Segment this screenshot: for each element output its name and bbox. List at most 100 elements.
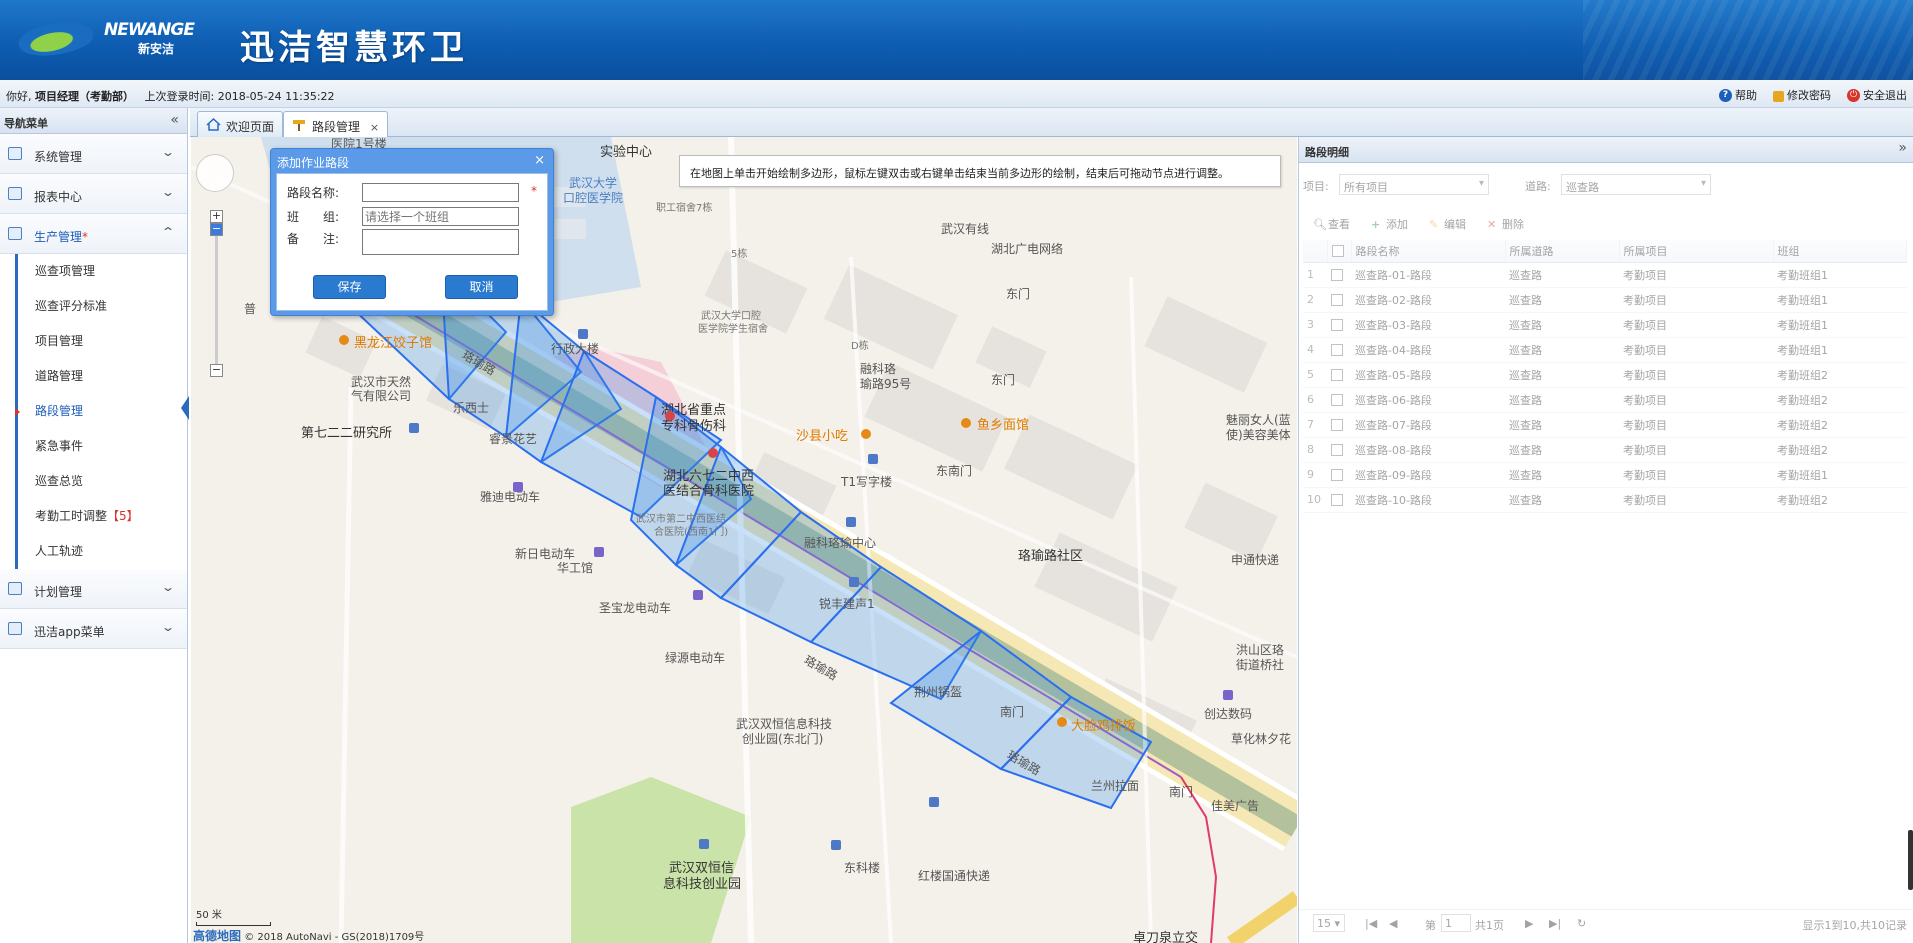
next-page-button[interactable]: ▶ (1525, 917, 1533, 930)
sidebar-item-projects[interactable]: 项目管理 (18, 324, 187, 359)
row-checkbox[interactable] (1327, 487, 1351, 513)
menu-group-production[interactable]: 生产管理* ⌃ (0, 214, 187, 254)
map-label: 实验中心 (600, 145, 653, 160)
row-checkbox[interactable] (1327, 312, 1351, 338)
menu-group-plans[interactable]: 计划管理 ⌄ (0, 569, 187, 609)
row-checkbox[interactable] (1327, 387, 1351, 413)
table-row[interactable]: 1 巡查路-01-路段 巡查路 考勤项目 考勤班组1 (1303, 262, 1907, 288)
table-row[interactable]: 5 巡查路-05-路段 巡查路 考勤项目 考勤班组2 (1303, 362, 1907, 388)
table-row[interactable]: 2 巡查路-02-路段 巡查路 考勤项目 考勤班组1 (1303, 287, 1907, 313)
pan-control[interactable] (196, 154, 234, 192)
row-select-checkbox[interactable] (1331, 344, 1343, 356)
building-marker-icon (868, 454, 878, 464)
menu-group-system[interactable]: 系统管理 ⌄ (0, 134, 187, 174)
sidebar-item-scoring-standard[interactable]: 巡查评分标准 (18, 289, 187, 324)
segment-name-cell: 巡查路-08-路段 (1351, 437, 1505, 463)
column-header[interactable]: 路段名称 (1351, 240, 1506, 263)
team-select[interactable] (362, 207, 519, 226)
first-page-button[interactable]: |◀ (1365, 917, 1377, 930)
delete-button[interactable]: ✕ 删除 (1487, 216, 1524, 232)
user-info: 你好, 项目经理（考勤部） 上次登录时间: 2018-05-24 11:35:2… (6, 88, 335, 104)
table-row[interactable]: 6 巡查路-06-路段 巡查路 考勤项目 考勤班组2 (1303, 387, 1907, 413)
team-cell: 考勤班组2 (1773, 487, 1907, 513)
row-select-checkbox[interactable] (1331, 419, 1343, 431)
row-checkbox[interactable] (1327, 287, 1351, 313)
building-marker-icon (846, 517, 856, 527)
row-checkbox[interactable] (1327, 262, 1351, 288)
row-number-header (1303, 240, 1328, 263)
column-header[interactable]: 所属道路 (1505, 240, 1620, 263)
column-header[interactable]: 班组 (1773, 240, 1907, 263)
row-select-checkbox[interactable] (1331, 269, 1343, 281)
sidebar-item-roads[interactable]: 道路管理 (18, 359, 187, 394)
collapse-panel-icon[interactable]: » (1898, 140, 1907, 156)
table-row[interactable]: 7 巡查路-07-路段 巡查路 考勤项目 考勤班组2 (1303, 412, 1907, 438)
drawing-tip-text: 在地图上单击开始绘制多边形，鼠标左键双击或右键单击结束当前多边形的绘制，结束后可… (690, 167, 1229, 180)
sidebar-item-manual-track[interactable]: 人工轨迹 (18, 534, 187, 569)
table-row[interactable]: 9 巡查路-09-路段 巡查路 考勤项目 考勤班组1 (1303, 462, 1907, 488)
select-all-checkbox[interactable] (1331, 245, 1344, 258)
menu-group-app[interactable]: 迅洁app菜单 ⌄ (0, 609, 187, 649)
close-icon[interactable]: × (534, 153, 545, 168)
sidebar-item-road-segments[interactable]: 路段管理 (15, 394, 187, 429)
page-number-input[interactable]: 1 (1441, 914, 1471, 932)
road-filter-select[interactable]: 巡查路 ▾ (1561, 174, 1711, 195)
row-select-checkbox[interactable] (1331, 369, 1343, 381)
zoom-slider-track[interactable] (215, 216, 218, 366)
save-button[interactable]: 保存 (313, 275, 386, 299)
menu-group-reports[interactable]: 报表中心 ⌄ (0, 174, 187, 214)
view-button[interactable]: 🔍︎ 查看 (1313, 216, 1350, 232)
segment-name-cell: 巡查路-03-路段 (1351, 312, 1505, 338)
delete-icon: ✕ (1487, 218, 1497, 231)
row-select-checkbox[interactable] (1331, 469, 1343, 481)
help-link[interactable]: ? 帮助 (1719, 87, 1757, 103)
cancel-button[interactable]: 取消 (445, 275, 518, 299)
scrollbar-thumb[interactable] (1908, 830, 1913, 890)
close-tab-icon[interactable]: × (370, 121, 379, 134)
building-marker-icon (699, 839, 709, 849)
prev-page-button[interactable]: ◀ (1389, 917, 1397, 930)
collapse-sidebar-icon[interactable]: « (170, 112, 179, 128)
row-checkbox[interactable] (1327, 412, 1351, 438)
row-select-checkbox[interactable] (1331, 394, 1343, 406)
table-row[interactable]: 8 巡查路-08-路段 巡查路 考勤项目 考勤班组2 (1303, 437, 1907, 463)
road-cell: 巡查路 (1505, 412, 1619, 438)
row-checkbox[interactable] (1327, 437, 1351, 463)
logout-link[interactable]: ⏻ 安全退出 (1847, 87, 1907, 103)
tab-road-segments[interactable]: 路段管理 × (283, 111, 389, 138)
tab-welcome[interactable]: 欢迎页面 (197, 111, 284, 137)
zoom-level-handle[interactable]: − (210, 223, 223, 236)
change-password-link[interactable]: 修改密码 (1773, 87, 1831, 103)
row-checkbox[interactable] (1327, 337, 1351, 363)
refresh-icon[interactable]: ↻ (1577, 917, 1586, 930)
table-row[interactable]: 3 巡查路-03-路段 巡查路 考勤项目 考勤班组1 (1303, 312, 1907, 338)
zoom-out-button[interactable]: − (210, 364, 223, 377)
last-page-button[interactable]: ▶| (1549, 917, 1561, 930)
project-filter-label: 项目: (1303, 180, 1329, 193)
sidebar-item-inspection-items[interactable]: 巡查项管理 (18, 254, 187, 289)
table-row[interactable]: 4 巡查路-04-路段 巡查路 考勤项目 考勤班组1 (1303, 337, 1907, 363)
add-button[interactable]: + 添加 (1371, 216, 1408, 232)
page-size-select[interactable]: 15 ▾ (1313, 914, 1345, 932)
row-select-checkbox[interactable] (1331, 319, 1343, 331)
row-select-checkbox[interactable] (1331, 294, 1343, 306)
note-textarea[interactable] (362, 229, 519, 255)
project-cell: 考勤项目 (1619, 337, 1773, 363)
segment-name-input[interactable] (362, 183, 519, 202)
segment-name-cell: 巡查路-06-路段 (1351, 387, 1505, 413)
row-checkbox[interactable] (1327, 462, 1351, 488)
sidebar-item-inspection-overview[interactable]: 巡查总览 (18, 464, 187, 499)
user-name: 项目经理（考勤部） (35, 90, 134, 103)
power-icon: ⏻ (1847, 88, 1860, 102)
edit-button[interactable]: ✎ 编辑 (1429, 216, 1466, 232)
row-checkbox[interactable] (1327, 362, 1351, 388)
row-select-checkbox[interactable] (1331, 444, 1343, 456)
sidebar-item-emergencies[interactable]: 紧急事件 (18, 429, 187, 464)
project-filter-select[interactable]: 所有项目 ▾ (1339, 174, 1489, 195)
column-header[interactable]: 所属项目 (1619, 240, 1774, 263)
map-label: 南门 (1169, 785, 1194, 799)
pencil-icon: ✎ (1429, 218, 1439, 231)
row-select-checkbox[interactable] (1331, 494, 1343, 506)
sidebar-item-attendance-adjust[interactable]: 考勤工时调整【5】 (18, 499, 187, 534)
table-row[interactable]: 10 巡查路-10-路段 巡查路 考勤项目 考勤班组2 (1303, 487, 1907, 513)
